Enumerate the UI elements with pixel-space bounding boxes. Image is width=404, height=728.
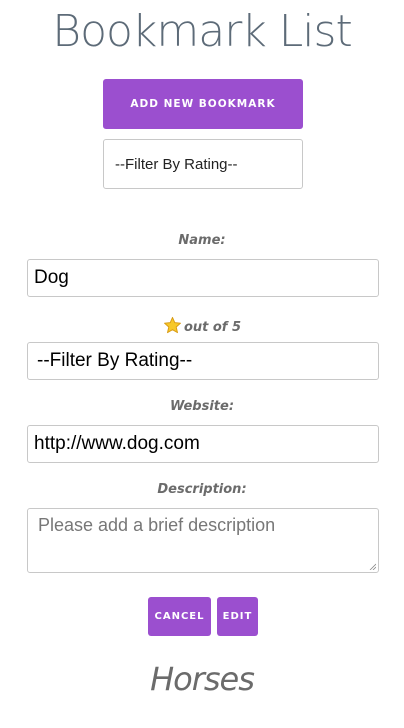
add-new-bookmark-button[interactable]: ADD NEW BOOKMARK xyxy=(103,79,303,129)
rating-selected-value: --Filter By Rating-- xyxy=(37,350,193,371)
resize-grip-icon[interactable] xyxy=(369,563,376,570)
rating-label-text: out of 5 xyxy=(183,320,242,335)
filter-selected-value: --Filter By Rating-- xyxy=(115,155,238,173)
name-input[interactable]: Dog xyxy=(27,259,379,297)
rating-label: out of 5 xyxy=(0,316,404,335)
website-label: Website: xyxy=(169,399,235,414)
description-textarea[interactable]: Please add a brief description xyxy=(27,508,379,573)
name-input-value: Dog xyxy=(34,267,69,288)
name-label: Name: xyxy=(178,233,226,248)
description-placeholder: Please add a brief description xyxy=(38,515,276,535)
cancel-button[interactable]: CANCEL xyxy=(148,597,211,636)
filter-by-rating-select[interactable]: --Filter By Rating-- xyxy=(103,139,303,189)
description-label: Description: xyxy=(157,482,247,497)
page-title: Bookmark List xyxy=(52,6,352,57)
bookmark-title-horses: Horses xyxy=(150,660,255,698)
rating-select[interactable]: --Filter By Rating-- xyxy=(27,342,379,380)
star-icon xyxy=(163,316,181,334)
edit-button[interactable]: EDIT xyxy=(217,597,258,636)
website-input[interactable]: http://www.dog.com xyxy=(27,425,379,463)
bookmark-page: Bookmark List ADD NEW BOOKMARK --Filter … xyxy=(0,0,404,728)
website-input-value: http://www.dog.com xyxy=(34,433,200,454)
